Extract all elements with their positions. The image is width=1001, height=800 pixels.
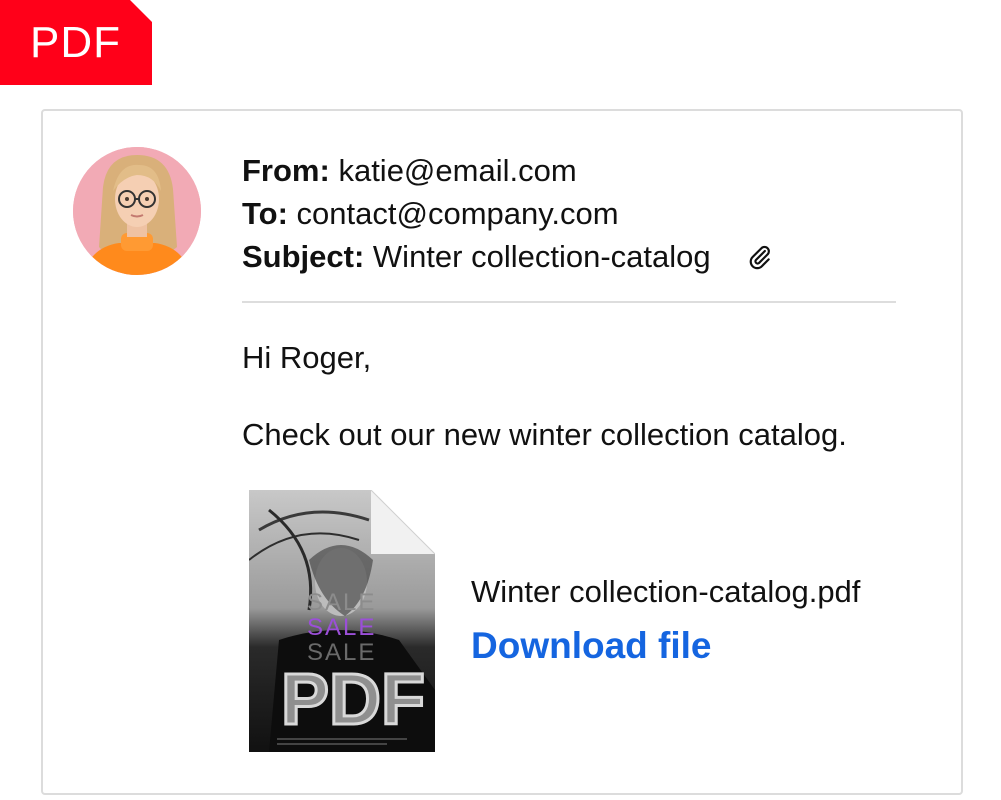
subject-label: Subject:	[242, 239, 365, 274]
from-label: From:	[242, 153, 330, 188]
attachment-file-name: Winter collection-catalog.pdf	[471, 574, 861, 609]
email-body: Check out our new winter collection cata…	[242, 417, 847, 452]
sale-line-1: SALE	[307, 589, 376, 616]
pdf-thumbnail[interactable]: SALE SALE SALE PDF	[248, 489, 436, 752]
download-file-link[interactable]: Download file	[471, 625, 712, 667]
from-value: katie@email.com	[338, 153, 577, 188]
to-label: To:	[242, 196, 288, 231]
to-value: contact@company.com	[296, 196, 619, 231]
email-header: From: katie@email.com To: contact@compan…	[242, 149, 802, 278]
email-card: From: katie@email.com To: contact@compan…	[41, 109, 963, 795]
thumbnail-pdf-label: PDF	[281, 660, 425, 740]
paperclip-icon	[747, 239, 773, 270]
subject-row: Subject: Winter collection-catalog	[242, 235, 802, 278]
from-row: From: katie@email.com	[242, 149, 802, 192]
sender-avatar	[73, 147, 201, 275]
header-divider	[242, 301, 896, 303]
sale-line-2: SALE	[307, 614, 376, 641]
email-greeting: Hi Roger,	[242, 340, 372, 375]
subject-value: Winter collection-catalog	[372, 239, 711, 274]
avatar-portrait	[73, 147, 201, 275]
pdf-badge: PDF	[0, 0, 152, 85]
to-row: To: contact@company.com	[242, 192, 802, 235]
